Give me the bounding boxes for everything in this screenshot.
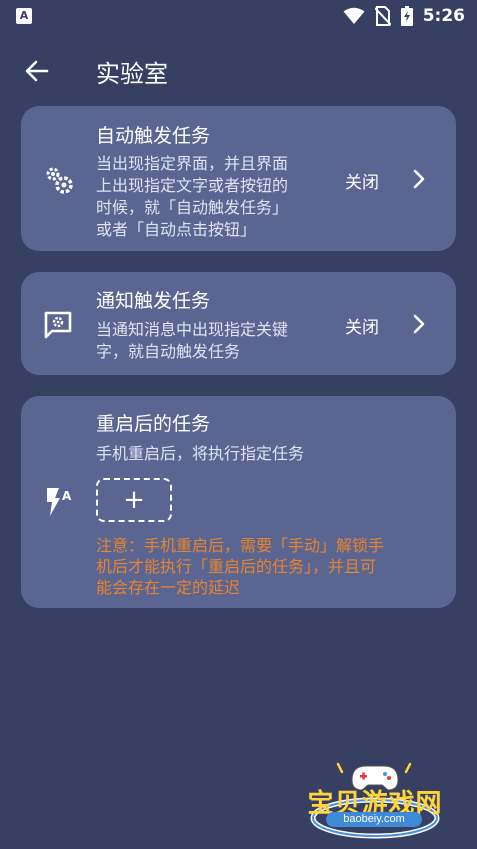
arrow-left-icon[interactable] [22, 56, 52, 86]
status-bar: A 5:26 [0, 0, 477, 34]
plus-icon: + [123, 485, 145, 515]
card-description: 当通知消息中出现指定关键 字，就自动触发任务 [96, 320, 289, 361]
card-title: 自动触发任务 [96, 125, 211, 147]
no-sim-icon [374, 6, 391, 26]
watermark-url: baobeiy.com [326, 812, 422, 827]
warning-text: 注意：手机重启后，需要「手动」解锁手 机后才能执行「重启后的任务」，并且可 能会… [96, 536, 385, 597]
flash-auto-icon: A [47, 488, 72, 516]
reboot-task-card: A 重启后的任务 手机重启后，将执行指定任务 + 注意：手机重启后，需要「手动」… [21, 396, 456, 608]
notification-gear-icon [44, 311, 72, 339]
add-task-button[interactable]: + [96, 478, 172, 522]
battery-charging-icon [400, 6, 413, 26]
auto-trigger-task-card[interactable]: 自动触发任务 当出现指定界面，并且界面 上出现指定文字或者按钮的 时候，就「自动… [21, 106, 456, 251]
chevron-right-icon [413, 169, 425, 189]
app-bar: 实验室 [0, 44, 477, 100]
status-icons: 5:26 [343, 6, 465, 26]
card-title: 重启后的任务 [96, 413, 211, 435]
wifi-icon [343, 7, 365, 24]
clock: 5:26 [422, 6, 465, 26]
app-notification-icon: A [16, 8, 32, 24]
card-title: 通知触发任务 [96, 290, 211, 312]
chevron-right-icon [413, 314, 425, 334]
state-label: 关闭 [345, 173, 379, 193]
gears-icon [46, 167, 73, 194]
card-description: 当出现指定界面，并且界面 上出现指定文字或者按钮的 时候，就「自动触发任务」 或… [96, 154, 289, 239]
card-description: 手机重启后，将执行指定任务 [96, 444, 305, 463]
notification-trigger-task-card[interactable]: 通知触发任务 当通知消息中出现指定关键 字，就自动触发任务 关闭 [21, 272, 456, 375]
page-title: 实验室 [96, 60, 168, 88]
state-label: 关闭 [345, 318, 379, 338]
svg-text:A: A [62, 489, 72, 503]
